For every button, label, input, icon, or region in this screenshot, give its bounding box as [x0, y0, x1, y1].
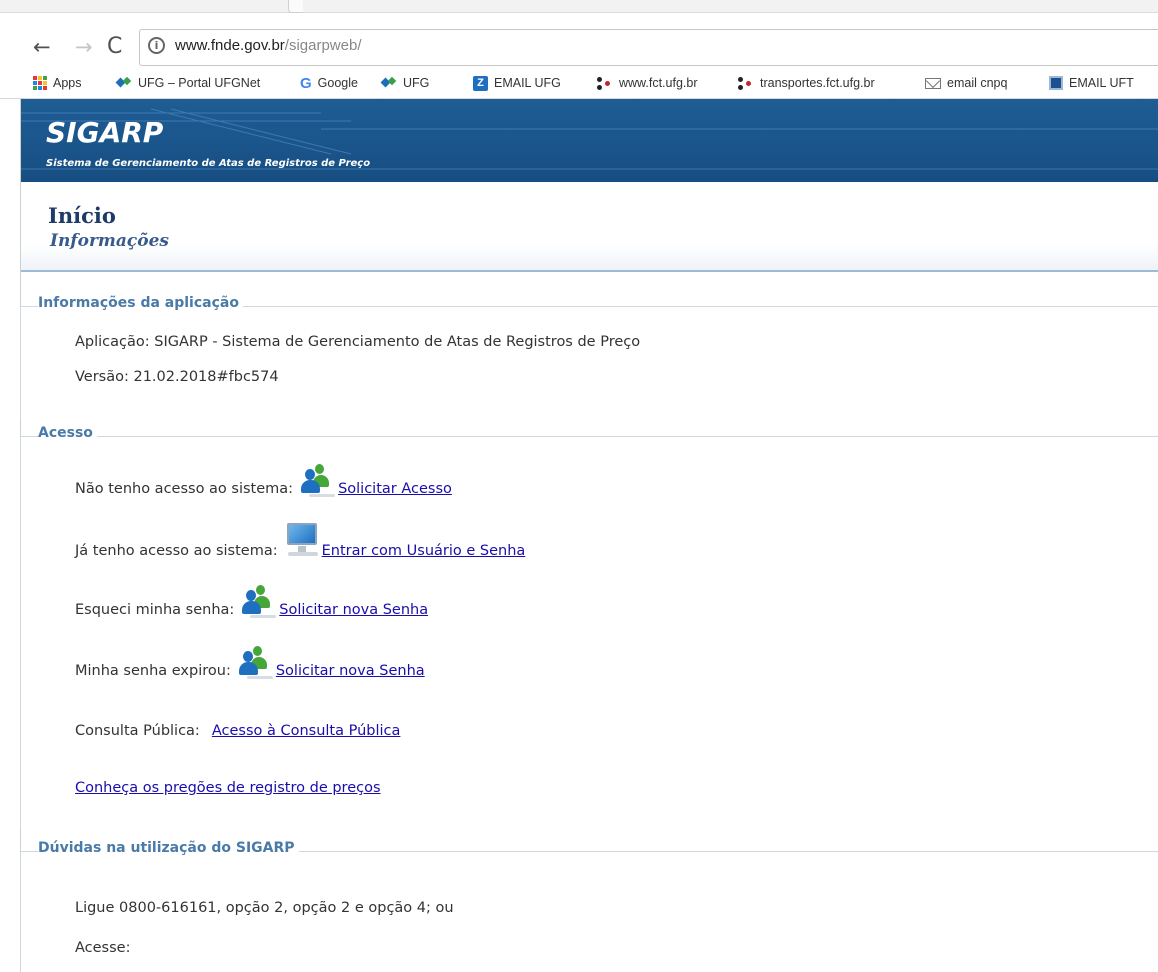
address-bar[interactable]: i www.fnde.gov.br/sigarpweb/ [139, 29, 1158, 66]
bookmark-fct[interactable]: www.fct.ufg.br [597, 73, 698, 93]
help-section: Dúvidas na utilização do SIGARP Ligue 08… [20, 840, 1158, 972]
bookmark-email-ufg[interactable]: Z EMAIL UFG [473, 73, 561, 93]
access-row-request: Não tenho acesso ao sistema: Solicitar A… [75, 463, 452, 497]
fct-icon [597, 76, 613, 90]
users-icon[interactable] [238, 645, 275, 679]
header-banner: SIGARP Sistema de Gerenciamento de Atas … [21, 99, 1158, 182]
row-label: Minha senha expirou: [75, 663, 231, 679]
uft-icon [1049, 76, 1063, 90]
bookmarks-bar: Apps UFG – Portal UFGNet G Google UFG Z … [0, 66, 1158, 99]
breadcrumb: Início Informações [21, 182, 1158, 272]
row-label: Esqueci minha senha: [75, 602, 235, 618]
users-icon[interactable] [301, 463, 337, 497]
public-consultation-link[interactable]: Acesso à Consulta Pública [212, 723, 401, 739]
expired-password-link[interactable]: Solicitar nova Senha [276, 663, 425, 679]
bookmark-label: Apps [53, 76, 82, 90]
help-access: Acesse: [75, 940, 131, 956]
application-info-section: Informações da aplicação Aplicação: SIGA… [20, 295, 1158, 419]
forward-button[interactable]: → [75, 35, 93, 59]
login-link[interactable]: Entrar com Usuário e Senha [322, 543, 526, 559]
ufg-icon [116, 76, 132, 90]
access-section: Acesso Não tenho acesso ao sistema: Soli… [20, 425, 1158, 829]
access-row-login: Já tenho acesso ao sistema: Entrar com U… [75, 523, 525, 559]
bookmark-label: transportes.fct.ufg.br [760, 76, 875, 90]
section-legend: Acesso [21, 425, 97, 441]
bookmark-label: EMAIL UFT [1069, 76, 1134, 90]
monitor-icon[interactable] [286, 523, 320, 559]
access-row-expired: Minha senha expirou: Solicitar nova Senh… [75, 645, 425, 679]
info-icon[interactable]: i [148, 37, 165, 54]
access-row-forgot: Esqueci minha senha: Solicitar nova Senh… [75, 584, 428, 618]
url-host: www.fnde.gov.br [175, 37, 285, 54]
section-legend: Informações da aplicação [21, 295, 243, 311]
bookmark-label: EMAIL UFG [494, 76, 561, 90]
pregoes-link[interactable]: Conheça os pregões de registro de preços [75, 780, 381, 796]
row-label: Não tenho acesso ao sistema: [75, 481, 294, 497]
reload-button[interactable]: C [107, 35, 122, 59]
url-text[interactable]: www.fnde.gov.br/sigarpweb/ [175, 37, 362, 54]
mail-icon [925, 77, 941, 89]
page-title: Início [48, 203, 116, 228]
new-password-link[interactable]: Solicitar nova Senha [279, 602, 428, 618]
google-icon: G [300, 74, 312, 92]
bookmark-label: UFG – Portal UFGNet [138, 76, 261, 90]
app-logo-title: SIGARP [46, 116, 164, 149]
bookmark-ufg-portal[interactable]: UFG – Portal UFGNet [116, 73, 260, 93]
bookmark-label: email cnpq [947, 76, 1008, 90]
browser-tab-edge[interactable] [288, 0, 303, 13]
application-name: Aplicação: SIGARP - Sistema de Gerenciam… [75, 334, 641, 350]
access-row-public: Consulta Pública: Acesso à Consulta Públ… [75, 723, 400, 739]
access-row-pregoes: Conheça os pregões de registro de preços [75, 780, 381, 796]
users-icon[interactable] [242, 584, 278, 618]
z-icon: Z [473, 75, 488, 91]
back-button[interactable]: ← [33, 35, 51, 59]
request-access-link[interactable]: Solicitar Acesso [338, 481, 452, 497]
page-subtitle: Informações [50, 231, 169, 251]
bookmark-label: Google [317, 76, 358, 90]
help-phone: Ligue 0800-616161, opção 2, opção 2 e op… [75, 900, 454, 916]
browser-toolbar: ← → C i www.fnde.gov.br/sigarpweb/ [0, 13, 1158, 66]
section-legend: Dúvidas na utilização do SIGARP [21, 840, 299, 856]
row-label: Consulta Pública: [75, 723, 200, 739]
bookmark-google[interactable]: G Google [300, 73, 358, 93]
bookmark-label: UFG [403, 76, 430, 90]
ufg-icon [381, 76, 397, 90]
app-logo-subtitle: Sistema de Gerenciamento de Atas de Regi… [46, 158, 371, 169]
bookmark-transportes[interactable]: transportes.fct.ufg.br [738, 73, 875, 93]
url-path: /sigarpweb/ [284, 37, 362, 54]
row-label: Já tenho acesso ao sistema: [75, 543, 278, 559]
bookmark-email-uft[interactable]: EMAIL UFT [1049, 73, 1134, 93]
bookmark-label: www.fct.ufg.br [619, 76, 698, 90]
application-version: Versão: 21.02.2018#fbc574 [75, 369, 279, 385]
banner-decoration [21, 108, 1158, 170]
apps-grid-icon [33, 76, 47, 90]
page-content: SIGARP Sistema de Gerenciamento de Atas … [20, 99, 1158, 972]
bookmark-email-cnpq[interactable]: email cnpq [925, 73, 1007, 93]
tab-strip [0, 0, 1158, 13]
bookmark-apps[interactable]: Apps [33, 73, 82, 93]
bookmark-ufg[interactable]: UFG [381, 73, 429, 93]
fct-icon [738, 76, 754, 90]
